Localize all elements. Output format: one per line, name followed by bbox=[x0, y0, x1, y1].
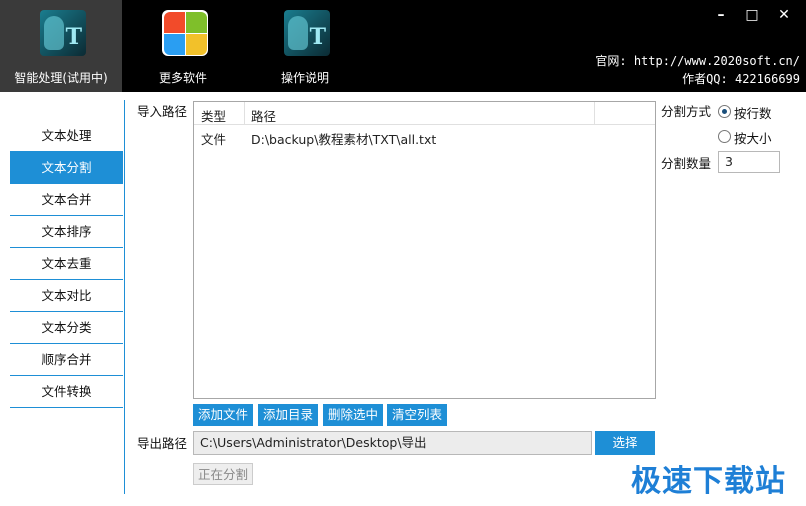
row-type: 文件 bbox=[201, 132, 227, 147]
split-by-lines-radio[interactable] bbox=[718, 105, 731, 118]
split-by-size-label[interactable]: 按大小 bbox=[734, 128, 772, 147]
split-by-size-radio[interactable] bbox=[718, 130, 731, 143]
watermark-logo: 极速下载站 bbox=[631, 464, 786, 499]
maximize-icon[interactable]: □ bbox=[743, 7, 761, 23]
file-list[interactable]: 类型 路径 文件 D:\backup\教程素材\TXT\all.txt bbox=[193, 101, 656, 399]
splitting-status-button: 正在分割 bbox=[193, 463, 253, 485]
colorful-windows-icon bbox=[162, 10, 208, 56]
row-path: D:\backup\教程素材\TXT\all.txt bbox=[251, 132, 437, 147]
sidebar: 文本处理 文本分割 文本合并 文本排序 文本去重 文本对比 文本分类 顺序合并 … bbox=[10, 120, 123, 408]
sidebar-divider bbox=[124, 100, 125, 494]
column-header-path[interactable]: 路径 bbox=[251, 106, 276, 125]
sidebar-item-text-dedupe[interactable]: 文本去重 bbox=[10, 248, 123, 280]
top-toolbar: T 智能处理(试用中) 更多软件 T 操作说明 – □ ✕ 官网: http:/… bbox=[0, 0, 806, 92]
export-path-field[interactable]: C:\Users\Administrator\Desktop\导出 bbox=[193, 431, 592, 455]
sidebar-item-text-sort[interactable]: 文本排序 bbox=[10, 216, 123, 248]
sidebar-item-text-compare[interactable]: 文本对比 bbox=[10, 280, 123, 312]
clear-list-button[interactable]: 清空列表 bbox=[387, 404, 447, 426]
column-header-type[interactable]: 类型 bbox=[201, 106, 226, 125]
split-by-lines-label[interactable]: 按行数 bbox=[734, 103, 772, 122]
t-portrait-icon: T bbox=[284, 10, 330, 56]
choose-button[interactable]: 选择 bbox=[595, 431, 655, 455]
close-icon[interactable]: ✕ bbox=[775, 7, 793, 23]
sidebar-item-text-merge[interactable]: 文本合并 bbox=[10, 184, 123, 216]
sidebar-item-sequential-merge[interactable]: 顺序合并 bbox=[10, 344, 123, 376]
minimize-icon[interactable]: – bbox=[712, 7, 730, 23]
website-link[interactable]: 官网: http://www.2020soft.cn/ bbox=[595, 52, 800, 69]
sidebar-item-text-split[interactable]: 文本分割 bbox=[10, 152, 123, 184]
tab-label: 操作说明 bbox=[280, 71, 329, 85]
sidebar-item-file-convert[interactable]: 文件转换 bbox=[10, 376, 123, 408]
tab-smart-processing[interactable]: T 智能处理(试用中) bbox=[0, 0, 122, 92]
import-path-label: 导入路径 bbox=[137, 104, 188, 119]
sidebar-item-text-processing[interactable]: 文本处理 bbox=[10, 120, 123, 152]
tab-label: 智能处理(试用中) bbox=[14, 71, 108, 85]
export-path-label: 导出路径 bbox=[137, 436, 188, 451]
sidebar-item-text-classify[interactable]: 文本分类 bbox=[10, 312, 123, 344]
t-portrait-icon: T bbox=[40, 10, 86, 56]
split-mode-label: 分割方式 bbox=[661, 104, 712, 119]
tab-more-software[interactable]: 更多软件 bbox=[122, 0, 244, 92]
file-list-header: 类型 路径 bbox=[194, 102, 655, 125]
add-directory-button[interactable]: 添加目录 bbox=[258, 404, 318, 426]
table-row[interactable]: 文件 D:\backup\教程素材\TXT\all.txt bbox=[194, 125, 655, 147]
tab-label: 更多软件 bbox=[158, 71, 207, 85]
split-count-label: 分割数量 bbox=[661, 156, 712, 171]
author-qq: 作者QQ: 422166699 bbox=[682, 72, 800, 86]
split-count-field[interactable]: 3 bbox=[718, 151, 780, 173]
delete-selected-button[interactable]: 删除选中 bbox=[323, 404, 383, 426]
tab-instructions[interactable]: T 操作说明 bbox=[244, 0, 366, 92]
add-file-button[interactable]: 添加文件 bbox=[193, 404, 253, 426]
